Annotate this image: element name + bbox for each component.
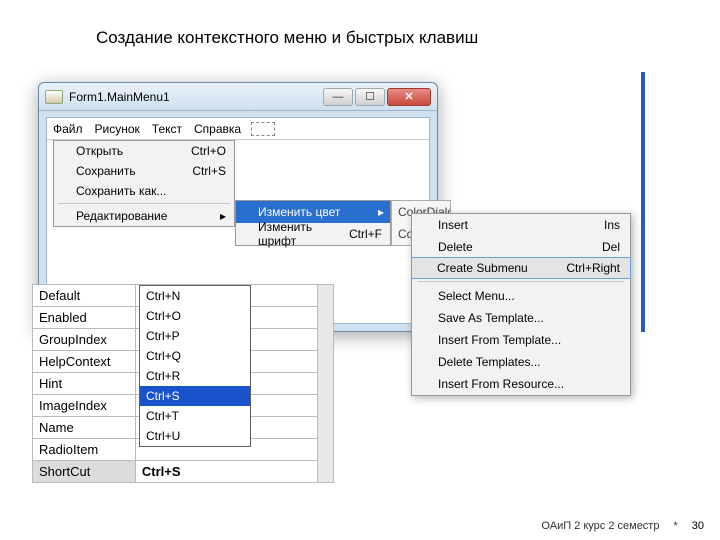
menu-item-label: Delete: [438, 240, 473, 254]
footer-course: ОАиП 2 курс 2 семестр: [541, 520, 659, 532]
menu-item-shortcut: Ctrl+O: [191, 144, 226, 158]
menu-item-shortcut: Ins: [604, 218, 620, 232]
shortcut-dropdown[interactable]: Ctrl+N Ctrl+O Ctrl+P Ctrl+Q Ctrl+R Ctrl+…: [139, 285, 251, 447]
menu-item-shortcut: Ctrl+Right: [566, 261, 620, 275]
ctx-select-menu[interactable]: Select Menu...: [412, 285, 630, 307]
menu-item-label: Изменить шрифт: [258, 220, 349, 248]
shortcut-option[interactable]: Ctrl+P: [140, 326, 250, 346]
ctx-insert-template[interactable]: Insert From Template...: [412, 329, 630, 351]
file-dropdown: Открыть Ctrl+O Сохранить Ctrl+S Сохранит…: [53, 140, 235, 227]
menu-item-label: Insert From Resource...: [438, 377, 564, 391]
ctx-create-submenu[interactable]: Create Submenu Ctrl+Right: [411, 257, 631, 279]
menu-item-label: Save As Template...: [438, 311, 544, 325]
ctx-delete[interactable]: Delete Del: [412, 236, 630, 258]
menu-item-open[interactable]: Открыть Ctrl+O: [54, 141, 234, 161]
menu-item-label: Сохранить как...: [76, 184, 166, 198]
slide-title: Создание контекстного меню и быстрых кла…: [96, 28, 478, 48]
menu-item-edit[interactable]: Редактирование ▸: [54, 206, 234, 226]
shortcut-option[interactable]: Ctrl+T: [140, 406, 250, 426]
shortcut-option[interactable]: Ctrl+R: [140, 366, 250, 386]
menu-item-label: Изменить цвет: [258, 205, 340, 219]
shortcut-option[interactable]: Ctrl+O: [140, 306, 250, 326]
decorative-strip: [641, 72, 645, 332]
menu-item-label: Сохранить: [76, 164, 136, 178]
chevron-right-icon: ▸: [220, 209, 226, 223]
context-menu: Insert Ins Delete Del Create Submenu Ctr…: [411, 213, 631, 396]
shortcut-option[interactable]: Ctrl+N: [140, 286, 250, 306]
menu-separator: [58, 203, 230, 204]
page-number: 30: [692, 520, 704, 532]
menu-item-label: Редактирование: [76, 209, 167, 223]
close-button[interactable]: ✕: [387, 88, 431, 106]
app-icon: [45, 90, 63, 104]
menu-item-save[interactable]: Сохранить Ctrl+S: [54, 161, 234, 181]
submenu-item-font[interactable]: Изменить шрифт Ctrl+F: [236, 223, 390, 245]
ctx-insert-resource[interactable]: Insert From Resource...: [412, 373, 630, 395]
prop-row-shortcut: ShortCutCtrl+S: [33, 461, 334, 483]
menu-item-label: Select Menu...: [438, 289, 515, 303]
menu-item-label: Delete Templates...: [438, 355, 541, 369]
menu-item-shortcut: Del: [602, 240, 620, 254]
scrollbar[interactable]: [318, 285, 334, 483]
menu-item-shortcut: Ctrl+S: [192, 164, 226, 178]
menubar-placeholder[interactable]: [251, 122, 275, 136]
menu-item-shortcut: Ctrl+F: [349, 227, 382, 241]
footer-mark: *: [673, 520, 677, 532]
menubar-item-file[interactable]: Файл: [47, 120, 89, 138]
menubar-item-help[interactable]: Справка: [188, 120, 247, 138]
menu-item-label: Открыть: [76, 144, 123, 158]
ctx-save-template[interactable]: Save As Template...: [412, 307, 630, 329]
titlebar[interactable]: Form1.MainMenu1 — ☐ ✕: [39, 83, 437, 111]
window-title: Form1.MainMenu1: [69, 90, 323, 104]
menubar-item-text[interactable]: Текст: [146, 120, 188, 138]
shortcut-option-selected[interactable]: Ctrl+S: [140, 386, 250, 406]
menu-separator: [418, 281, 624, 282]
slide-footer: ОАиП 2 курс 2 семестр * 30: [541, 520, 704, 532]
menu-item-label: Create Submenu: [437, 261, 528, 275]
ctx-insert[interactable]: Insert Ins: [412, 214, 630, 236]
menubar[interactable]: Файл Рисунок Текст Справка: [47, 118, 429, 140]
ctx-delete-templates[interactable]: Delete Templates...: [412, 351, 630, 373]
menubar-item-picture[interactable]: Рисунок: [89, 120, 146, 138]
shortcut-option[interactable]: Ctrl+U: [140, 426, 250, 446]
menu-item-label: Insert: [438, 218, 468, 232]
minimize-button[interactable]: —: [323, 88, 353, 106]
menu-item-saveas[interactable]: Сохранить как...: [54, 181, 234, 201]
maximize-button[interactable]: ☐: [355, 88, 385, 106]
menu-item-label: Insert From Template...: [438, 333, 561, 347]
shortcut-option[interactable]: Ctrl+Q: [140, 346, 250, 366]
edit-submenu: Изменить цвет Изменить шрифт Ctrl+F: [235, 200, 391, 246]
